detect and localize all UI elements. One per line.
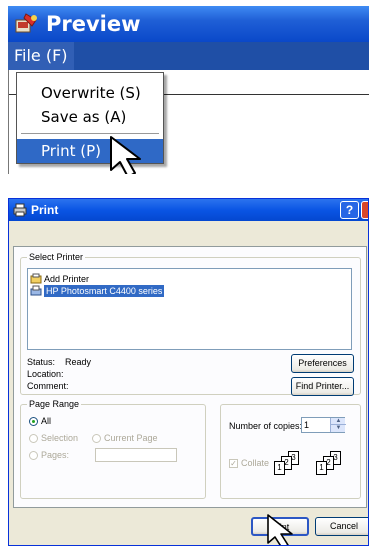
printer-icon xyxy=(13,203,27,217)
status-row: Status: Ready xyxy=(27,356,91,368)
collate-label: Collate xyxy=(241,458,270,468)
page-range-legend: Page Range xyxy=(27,398,82,410)
radio-current-page-label: Current Page xyxy=(104,433,158,443)
mouse-cursor-icon xyxy=(267,514,293,545)
preview-window: Preview File (F) Overwrite (S) Save as (… xyxy=(8,6,369,174)
printer-name: Add Printer xyxy=(44,274,90,284)
menu-file[interactable]: File (F) xyxy=(8,42,74,70)
page-range-group: Page Range All Selection Current Page Pa… xyxy=(20,398,206,499)
collate-page: 1 xyxy=(274,461,285,475)
printer-icon xyxy=(30,285,42,296)
radio-selection-label: Selection xyxy=(41,433,79,443)
find-printer-button[interactable]: Find Printer... xyxy=(291,377,354,396)
close-button[interactable] xyxy=(361,201,368,219)
menu-item-overwrite[interactable]: Overwrite (S) xyxy=(17,81,163,105)
tab-panel-general: Select Printer Add Printer HP Photosmart… xyxy=(13,246,367,508)
radio-all[interactable]: All xyxy=(29,415,51,427)
dialog-title-bar: Print ? xyxy=(9,199,368,221)
select-printer-legend: Select Printer xyxy=(27,251,86,263)
status-value: Ready xyxy=(65,357,92,367)
cancel-button[interactable]: Cancel xyxy=(315,517,368,536)
radio-current-page-button[interactable] xyxy=(92,433,101,443)
radio-selection-button[interactable] xyxy=(29,433,38,443)
comment-label: Comment: xyxy=(27,381,69,391)
preview-title: Preview xyxy=(46,12,141,36)
radio-pages-label: Pages: xyxy=(41,450,70,460)
preview-title-bar: Preview xyxy=(8,6,369,42)
add-printer-icon xyxy=(30,273,42,284)
radio-pages-button[interactable] xyxy=(29,450,38,460)
collate-checkbox[interactable]: ✓ Collate xyxy=(229,457,269,469)
printer-list[interactable]: Add Printer HP Photosmart C4400 series xyxy=(27,268,352,350)
printer-item-add[interactable]: Add Printer xyxy=(30,273,89,285)
help-button[interactable]: ? xyxy=(340,201,359,219)
radio-pages[interactable]: Pages: xyxy=(29,449,69,461)
printer-name: HP Photosmart C4400 series xyxy=(44,285,165,297)
copies-spinner[interactable]: ▲ ▼ xyxy=(330,418,346,432)
collate-page: 1 xyxy=(316,461,327,475)
collate-check-icon[interactable]: ✓ xyxy=(229,458,238,468)
comment-row: Comment: xyxy=(27,380,69,392)
location-row: Location: xyxy=(27,368,64,380)
print-dialog: Print ? Select Printer Add Printer HP Ph… xyxy=(8,198,369,546)
pages-input[interactable] xyxy=(95,448,177,462)
radio-all-button[interactable] xyxy=(29,416,38,426)
radio-current-page[interactable]: Current Page xyxy=(92,432,158,444)
spinner-up-icon[interactable]: ▲ xyxy=(331,418,346,425)
copies-group: Number of copies: 1 ▲ ▼ ✓ Collate 3 2 1 … xyxy=(220,404,361,499)
menu-bar: File (F) xyxy=(8,42,369,70)
select-printer-group: Select Printer Add Printer HP Photosmart… xyxy=(20,251,361,396)
radio-selection[interactable]: Selection xyxy=(29,432,78,444)
location-label: Location: xyxy=(27,369,64,379)
spinner-down-icon[interactable]: ▼ xyxy=(331,425,346,432)
dialog-title: Print xyxy=(31,203,59,217)
status-label: Status: xyxy=(27,357,56,367)
copies-label: Number of copies: xyxy=(229,421,303,431)
radio-all-label: All xyxy=(41,416,52,426)
app-icon xyxy=(14,12,40,36)
menu-item-save-as[interactable]: Save as (A) xyxy=(17,105,163,129)
mouse-cursor-icon xyxy=(110,136,141,174)
preferences-button[interactable]: Preferences xyxy=(291,354,354,373)
printer-item-hp[interactable]: HP Photosmart C4400 series xyxy=(30,285,165,297)
